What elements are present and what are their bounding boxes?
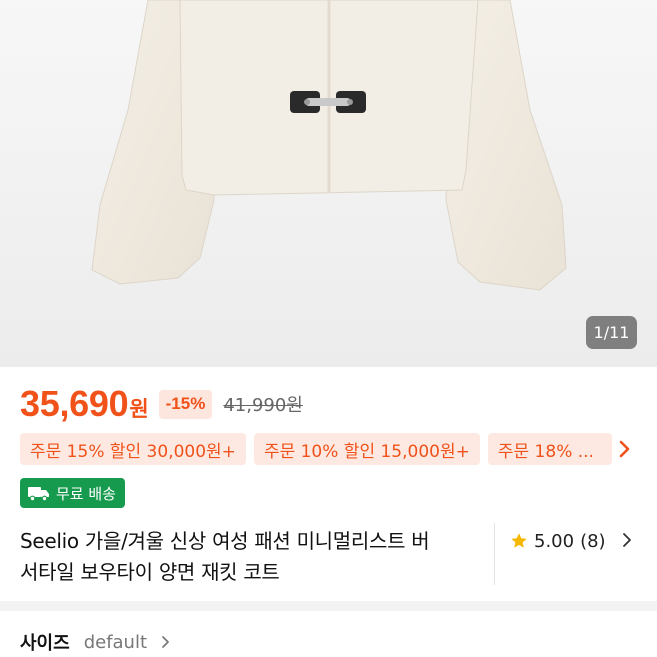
product-image-gallery[interactable]: 1/11 [0, 0, 657, 367]
section-divider [0, 601, 657, 611]
title-line: 서타일 보우타이 양면 재킷 코트 [20, 560, 280, 584]
size-option-row[interactable]: 사이즈 default [20, 628, 170, 656]
chevron-right-icon[interactable] [622, 532, 632, 548]
size-value: default [83, 631, 148, 653]
truck-icon [28, 487, 49, 501]
coupon-chip[interactable]: 주문 10% 할인 15,000원+ [253, 433, 480, 465]
title-line: Seelio 가을/겨울 신상 여성 패션 미니멀리스트 버 [20, 529, 430, 553]
chevron-right-icon [162, 636, 169, 648]
coupon-list: 주문 15% 할인 30,000원+ 주문 10% 할인 15,000원+ 주문… [20, 433, 657, 465]
discount-badge: -15% [158, 389, 213, 419]
coupon-chip[interactable]: 주문 15% 할인 30,000원+ [20, 433, 246, 465]
currency-unit: 원 [129, 397, 149, 421]
price-row: 35,690 원 -15% 41,990원 [20, 380, 303, 428]
star-icon [511, 533, 527, 548]
coupon-chip[interactable]: 주문 18% ... [487, 433, 612, 465]
original-price: 41,990원 [223, 395, 303, 416]
shipping-label: 무료 배송 [56, 484, 116, 503]
divider [494, 523, 495, 585]
chevron-right-icon[interactable] [618, 439, 632, 459]
rating-summary[interactable]: 5.00 (8) [510, 527, 606, 555]
free-shipping-badge: 무료 배송 [20, 478, 125, 508]
image-counter: 1/11 [586, 316, 637, 349]
size-label: 사이즈 [20, 633, 70, 654]
product-title: Seelio 가을/겨울 신상 여성 패션 미니멀리스트 버 서타일 보우타이 … [20, 526, 486, 588]
rating-count: (8) [580, 530, 606, 552]
product-photo [0, 0, 657, 367]
sale-price: 35,690 [20, 383, 129, 424]
rating-score: 5.00 [534, 530, 575, 552]
